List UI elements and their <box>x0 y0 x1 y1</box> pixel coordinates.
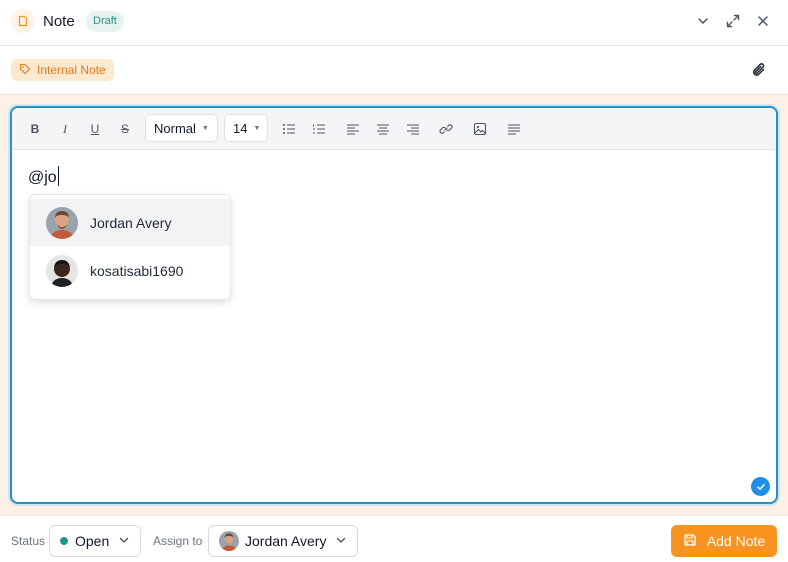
font-size-select[interactable]: 14 ▼ <box>224 114 268 142</box>
status-select[interactable]: Open <box>49 525 141 557</box>
draft-badge: Draft <box>86 11 124 32</box>
internal-note-tag[interactable]: Internal Note <box>11 59 114 81</box>
align-center-icon[interactable] <box>375 118 391 140</box>
chevron-down-icon <box>335 533 347 549</box>
assignee-value: Jordan Avery <box>245 533 327 549</box>
add-note-button[interactable]: Add Note <box>671 525 777 557</box>
note-editor[interactable]: B I U S Normal ▼ 14 ▼ @jo Jordan Avery k… <box>10 106 778 504</box>
assign-label: Assign to <box>153 534 203 548</box>
paperclip-icon[interactable] <box>750 60 770 80</box>
expand-icon[interactable] <box>723 11 743 31</box>
note-title: Note <box>43 13 75 30</box>
note-header: Note Draft <box>0 0 788 46</box>
text-style-select[interactable]: Normal ▼ <box>145 114 218 142</box>
image-icon[interactable] <box>472 118 488 140</box>
mention-name: kosatisabi1690 <box>90 262 184 279</box>
caret-down-icon: ▼ <box>253 124 261 132</box>
caret-down-icon: ▼ <box>201 124 209 132</box>
mention-option[interactable]: kosatisabi1690 <box>30 247 230 294</box>
mention-option[interactable]: Jordan Avery <box>30 199 230 246</box>
font-size-value: 14 <box>233 120 248 136</box>
note-icon <box>11 9 35 33</box>
avatar <box>46 206 78 239</box>
status-dot <box>60 537 68 545</box>
editor-text: @jo <box>28 169 57 186</box>
tag-label: Internal Note <box>37 63 106 77</box>
assignee-select[interactable]: Jordan Avery <box>208 525 358 557</box>
add-note-label: Add Note <box>706 533 766 549</box>
bold-button[interactable]: B <box>28 118 42 140</box>
text-style-value: Normal <box>154 120 196 136</box>
editor-toolbar: B I U S Normal ▼ 14 ▼ <box>12 108 776 150</box>
underline-button[interactable]: U <box>88 118 102 140</box>
mention-name: Jordan Avery <box>90 214 172 231</box>
chevron-down-icon[interactable] <box>693 11 713 31</box>
note-footer: Status Open Assign to Jordan Avery Add N… <box>0 515 788 562</box>
strikethrough-button[interactable]: S <box>118 118 132 140</box>
align-right-icon[interactable] <box>405 118 421 140</box>
text-cursor <box>57 166 59 186</box>
tag-row: Internal Note <box>0 46 788 95</box>
status-value: Open <box>75 533 110 549</box>
mention-dropdown: Jordan Avery kosatisabi1690 <box>29 194 231 300</box>
save-icon <box>683 533 697 550</box>
align-left-icon[interactable] <box>345 118 361 140</box>
editor-content[interactable]: @jo <box>28 166 59 187</box>
status-label: Status <box>11 534 46 548</box>
close-icon[interactable] <box>753 11 773 31</box>
clear-format-icon[interactable] <box>506 118 522 140</box>
link-icon[interactable] <box>438 118 454 140</box>
bullet-list-icon[interactable] <box>281 118 297 140</box>
numbered-list-icon[interactable] <box>311 118 327 140</box>
tag-icon <box>19 63 31 78</box>
avatar <box>219 531 239 551</box>
check-icon <box>751 477 770 496</box>
chevron-down-icon <box>118 533 130 549</box>
avatar <box>46 254 78 287</box>
italic-button[interactable]: I <box>58 118 72 140</box>
